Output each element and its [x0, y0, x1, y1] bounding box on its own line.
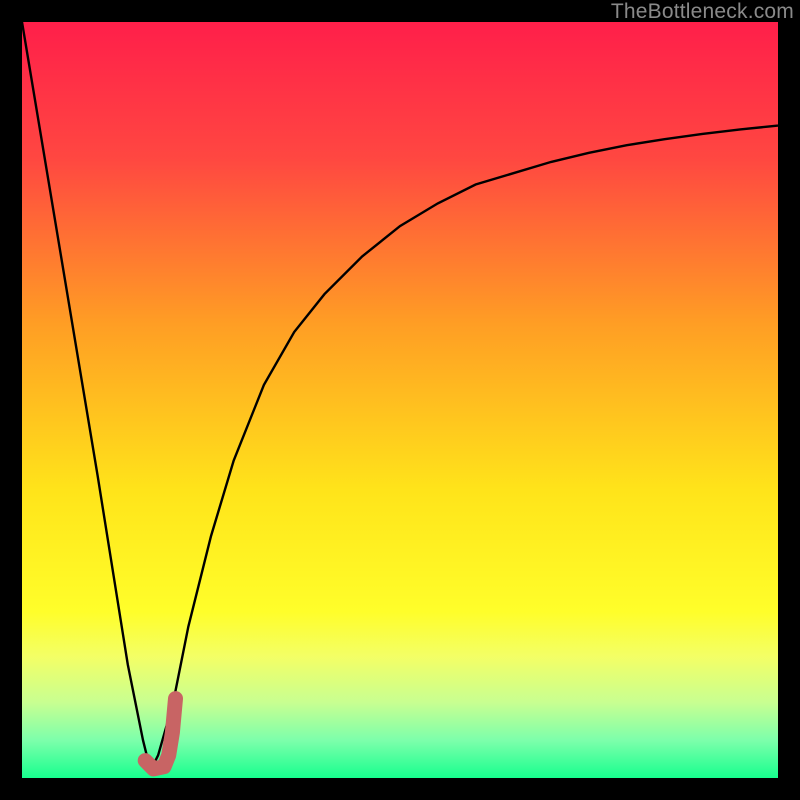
plot-area [22, 22, 778, 778]
curve-layer [22, 22, 778, 778]
bottleneck-curve-path [22, 22, 778, 770]
highlight-marker [145, 699, 175, 769]
watermark-text: TheBottleneck.com [611, 0, 794, 24]
outer-frame: TheBottleneck.com [0, 0, 800, 800]
